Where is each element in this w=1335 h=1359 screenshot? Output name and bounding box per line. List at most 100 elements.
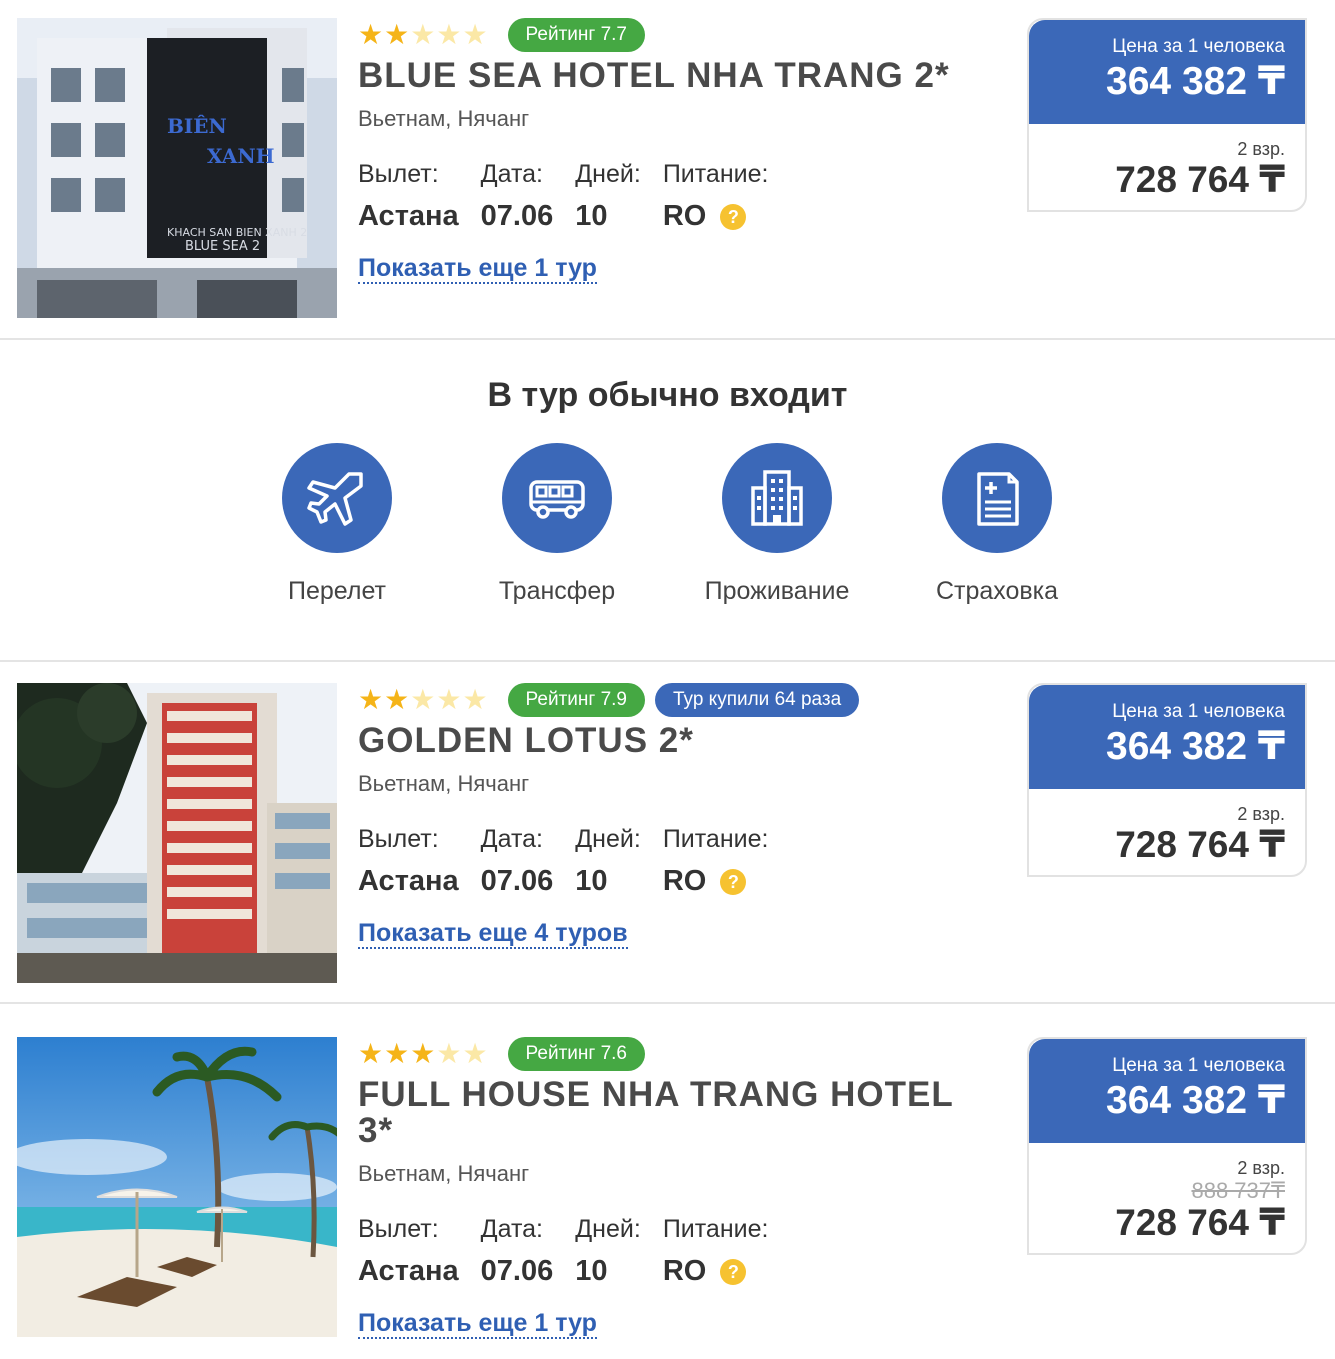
airplane-icon <box>282 443 392 553</box>
price-box[interactable]: Цена за 1 человека 364 382 ₸ 2 взр. 728 … <box>1027 18 1307 212</box>
included-title: В тур обычно входит <box>487 376 848 414</box>
star-icon: ★ <box>358 18 384 51</box>
bus-icon <box>502 443 612 553</box>
fact-label: Дней: <box>575 160 641 188</box>
question-icon[interactable]: ? <box>720 203 747 230</box>
fact-days: Дней: 10 <box>575 1215 641 1288</box>
fact-label: Питание: <box>662 825 769 853</box>
price-caption: Цена за 1 человека <box>1112 36 1285 57</box>
price-per-person-block: Цена за 1 человека 364 382 ₸ <box>1029 1039 1305 1143</box>
show-more-tours-link[interactable]: Показать еще 4 туров <box>358 919 628 949</box>
included-item-transfer: Трансфер <box>447 443 667 606</box>
rating-badge: Рейтинг 7.9 <box>507 683 645 717</box>
fact-label: Дата: <box>480 1215 543 1243</box>
price-per-person: 364 382 ₸ <box>1106 1079 1285 1122</box>
fact-date: Дата: 07.06 <box>481 1215 554 1288</box>
included-item-flight: Перелет <box>227 443 447 606</box>
included-label: Страховка <box>935 577 1059 605</box>
star-icon: ★ <box>384 18 410 51</box>
divider <box>0 338 1335 340</box>
star-icon: ★ <box>436 683 462 716</box>
star-icon: ★ <box>384 683 410 716</box>
hotel-location: Вьетнам, Нячанг <box>358 771 530 796</box>
fact-label: Питание: <box>662 160 769 188</box>
price-per-person: 364 382 ₸ <box>1106 725 1285 768</box>
hotel-photo[interactable] <box>17 1037 337 1337</box>
fact-meal: Питание: RO? <box>663 160 769 233</box>
fact-label: Питание: <box>662 1215 769 1243</box>
star-icon: ★ <box>358 683 384 716</box>
fact-label: Вылет: <box>358 825 439 853</box>
hotel-photo[interactable]: BIÊN XANH KHACH SAN BIEN XANH 2 BLUE SEA… <box>17 18 337 318</box>
departure-city: Астана <box>358 1255 459 1287</box>
days-count: 10 <box>575 200 608 232</box>
price-box[interactable]: Цена за 1 человека 364 382 ₸ 2 взр. 728 … <box>1027 683 1307 877</box>
fact-label: Дней: <box>575 825 641 853</box>
hotel-photo[interactable] <box>17 683 337 983</box>
price-total: 728 764 ₸ <box>1115 159 1285 200</box>
hotel-location: Вьетнам, Нячанг <box>358 1161 530 1186</box>
fact-departure: Вылет: Астана <box>358 160 459 233</box>
price-total: 728 764 ₸ <box>1115 824 1285 865</box>
divider <box>0 1002 1335 1004</box>
included-label: Трансфер <box>498 577 616 605</box>
guests-caption: 2 взр. <box>1237 1158 1285 1178</box>
guests-caption: 2 взр. <box>1237 139 1285 159</box>
building-icon <box>722 443 832 553</box>
fact-departure: Вылет: Астана <box>358 825 459 898</box>
hotel-location: Вьетнам, Нячанг <box>358 106 530 131</box>
svg-text:BLUE SEA 2: BLUE SEA 2 <box>185 239 260 254</box>
star-icon: ★ <box>358 1037 384 1070</box>
hotel-photo-image: BIÊN XANH KHACH SAN BIEN XANH 2 BLUE SEA… <box>17 18 337 318</box>
star-rating: ★ ★ ★ ★ ★ <box>358 21 488 49</box>
divider <box>0 660 1335 662</box>
included-label: Проживание <box>704 577 850 605</box>
price-caption: Цена за 1 человека <box>1112 1055 1285 1076</box>
price-caption: Цена за 1 человека <box>1112 701 1285 722</box>
tour-facts: Вылет: Астана Дата: 07.06 Дней: 10 Питан… <box>358 160 790 233</box>
price-total-block: 2 взр. 728 764 ₸ <box>1029 789 1305 875</box>
price-per-person-block: Цена за 1 человека 364 382 ₸ <box>1029 685 1305 789</box>
hotel-photo-image <box>17 683 337 983</box>
price-total: 728 764 ₸ <box>1115 1202 1285 1243</box>
tour-facts: Вылет: Астана Дата: 07.06 Дней: 10 Питан… <box>358 1215 790 1288</box>
meal-type: RO <box>662 200 707 232</box>
price-box[interactable]: Цена за 1 человека 364 382 ₸ 2 взр. 888 … <box>1027 1037 1307 1255</box>
fact-label: Вылет: <box>358 1215 439 1243</box>
star-icon: ★ <box>436 1037 462 1070</box>
days-count: 10 <box>575 865 608 897</box>
star-icon: ★ <box>462 683 488 716</box>
question-icon[interactable]: ? <box>720 1258 747 1285</box>
show-more-tours-link[interactable]: Показать еще 1 тур <box>358 254 597 284</box>
star-icon: ★ <box>462 18 488 51</box>
hotel-meta-row: ★ ★ ★ ★ ★ Рейтинг 7.7 <box>358 18 655 52</box>
hotel-name[interactable]: FULL HOUSE NHA TRANG HOTEL 3* <box>358 1077 988 1149</box>
hotel-meta-row: ★ ★ ★ ★ ★ Рейтинг 7.6 <box>358 1037 655 1071</box>
departure-date: 07.06 <box>480 865 554 897</box>
fact-label: Дата: <box>480 160 543 188</box>
included-item-insurance: Страховка <box>887 443 1107 606</box>
meal-type: RO <box>662 1255 707 1287</box>
star-icon: ★ <box>410 18 436 51</box>
fact-days: Дней: 10 <box>575 160 641 233</box>
fact-departure: Вылет: Астана <box>358 1215 459 1288</box>
fact-meal: Питание: RO? <box>663 825 769 898</box>
show-more-tours-link[interactable]: Показать еще 1 тур <box>358 1309 597 1339</box>
fact-date: Дата: 07.06 <box>481 825 554 898</box>
insurance-document-icon <box>942 443 1052 553</box>
question-icon[interactable]: ? <box>720 868 747 895</box>
price-total-block: 2 взр. 888 737₸ 728 764 ₸ <box>1029 1143 1305 1253</box>
price-per-person: 364 382 ₸ <box>1106 60 1285 103</box>
days-count: 10 <box>575 1255 608 1287</box>
fact-meal: Питание: RO? <box>663 1215 769 1288</box>
tour-facts: Вылет: Астана Дата: 07.06 Дней: 10 Питан… <box>358 825 790 898</box>
price-total-block: 2 взр. 728 764 ₸ <box>1029 124 1305 210</box>
departure-date: 07.06 <box>480 200 554 232</box>
departure-city: Астана <box>358 200 459 232</box>
hotel-photo-image <box>17 1037 337 1337</box>
star-rating: ★ ★ ★ ★ ★ <box>358 1040 488 1068</box>
departure-city: Астана <box>358 865 459 897</box>
hotel-name[interactable]: GOLDEN LOTUS 2* <box>358 723 988 759</box>
hotel-name[interactable]: BLUE SEA HOTEL NHA TRANG 2* <box>358 58 988 94</box>
svg-text:BIÊN: BIÊN <box>167 114 227 138</box>
